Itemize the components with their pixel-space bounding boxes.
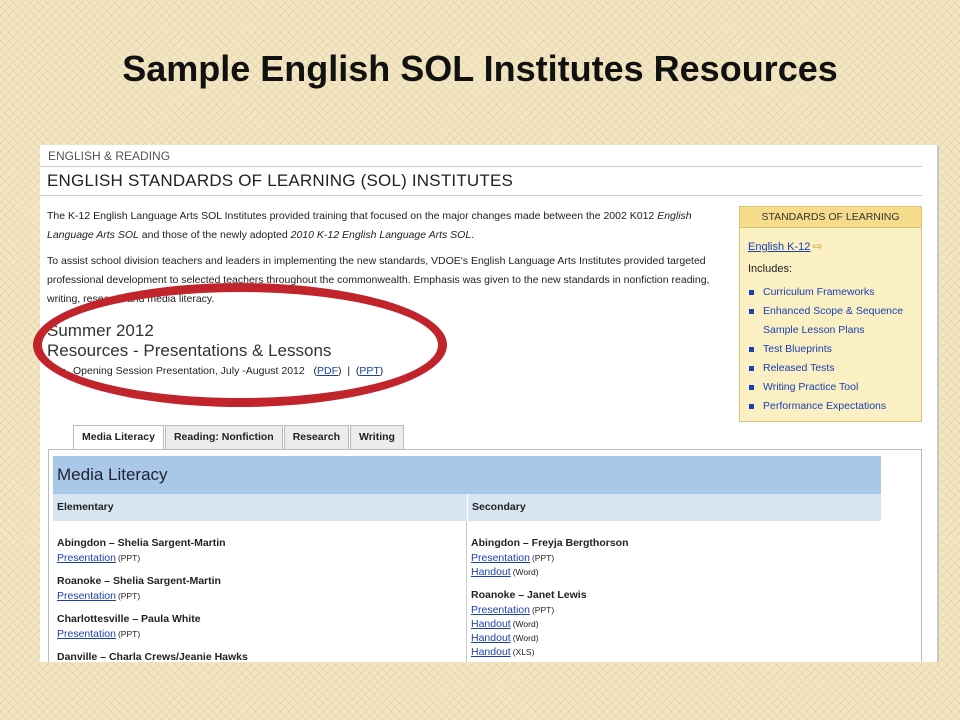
resource-tabs: Media Literacy Reading: Nonfiction Resea… xyxy=(73,425,405,450)
format-label: (PPT) xyxy=(531,553,555,563)
english-k12-link[interactable]: English K-12 xyxy=(748,241,810,253)
bullet-icon xyxy=(749,404,754,409)
presentation-link[interactable]: Presentation xyxy=(471,604,530,616)
sidebar-item-enhanced-scope[interactable]: Enhanced Scope & Sequence xyxy=(748,302,903,321)
standards-sidebar: STANDARDS OF LEARNING English K-12 ⇨ Incl… xyxy=(739,206,922,422)
format-label: (PPT) xyxy=(117,553,141,563)
list-item: Danville – Charla Crews/Jeanie Hawks xyxy=(57,650,457,662)
bullet-icon xyxy=(749,366,754,371)
panel-title: Media Literacy xyxy=(53,456,881,494)
format-label: (Word) xyxy=(512,567,539,577)
format-label: (XLS) xyxy=(512,647,535,657)
presentation-link[interactable]: Presentation xyxy=(57,628,116,640)
presenter-name: Charlottesville – Paula White xyxy=(57,613,201,625)
slide-title: Sample English SOL Institutes Resources xyxy=(122,48,838,89)
heading-divider xyxy=(40,195,922,196)
sidebar-item-performance-expectations[interactable]: Performance Expectations xyxy=(748,397,903,416)
list-item: Charlottesville – Paula White Presentati… xyxy=(57,612,457,641)
handout-link[interactable]: Handout xyxy=(471,566,511,578)
sidebar-item-test-blueprints[interactable]: Test Blueprints xyxy=(748,340,903,359)
intro-text: and those of the newly adopted xyxy=(138,229,291,241)
intro-text: The K-12 English Language Arts SOL Insti… xyxy=(47,210,658,222)
column-header-elementary: Elementary xyxy=(53,494,467,521)
handout-link[interactable]: Handout xyxy=(471,618,511,630)
page-heading: ENGLISH STANDARDS OF LEARNING (SOL) INST… xyxy=(47,171,514,190)
list-item: Abingdon – Shelia Sargent-Martin Present… xyxy=(57,536,457,565)
presenter-name: Danville – Charla Crews/Jeanie Hawks xyxy=(57,651,248,662)
sidebar-list: Curriculum Frameworks Enhanced Scope & S… xyxy=(748,283,903,416)
presenter-name: Roanoke – Janet Lewis xyxy=(471,589,587,601)
secondary-column: Abingdon – Freyja Bergthorson Presentati… xyxy=(471,536,871,662)
sidebar-item-label: Released Tests xyxy=(763,362,835,374)
sidebar-item-label: Writing Practice Tool xyxy=(763,381,859,393)
format-label: (PPT) xyxy=(117,591,141,601)
list-item: Abingdon – Freyja Bergthorson Presentati… xyxy=(471,536,871,579)
intro-paragraph-1: The K-12 English Language Arts SOL Insti… xyxy=(47,207,727,245)
format-label: (Word) xyxy=(512,633,539,643)
sidebar-item-label: Test Blueprints xyxy=(763,343,832,355)
elementary-column: Abingdon – Shelia Sargent-Martin Present… xyxy=(57,536,457,662)
bullet-icon xyxy=(749,385,754,390)
breadcrumb: ENGLISH & READING xyxy=(48,149,171,163)
handout-link[interactable]: Handout xyxy=(471,632,511,644)
intro-text: . xyxy=(471,229,475,241)
tab-writing[interactable]: Writing xyxy=(349,425,404,449)
sidebar-includes-label: Includes: xyxy=(748,263,793,275)
bullet-icon xyxy=(749,347,754,352)
highlight-ellipse xyxy=(33,283,447,407)
sidebar-item-sample-lesson-plans[interactable]: Sample Lesson Plans xyxy=(748,321,903,340)
format-label: (Word) xyxy=(512,619,539,629)
tab-reading-nonfiction[interactable]: Reading: Nonfiction xyxy=(164,425,283,449)
media-literacy-panel: Media Literacy Elementary Secondary Abin… xyxy=(48,449,922,662)
sidebar-header: STANDARDS OF LEARNING xyxy=(740,207,921,228)
format-label: (PPT) xyxy=(117,629,141,639)
sidebar-item-label: Curriculum Frameworks xyxy=(763,286,875,298)
bullet-icon xyxy=(749,290,754,295)
handout-link[interactable]: Handout xyxy=(471,646,511,658)
sidebar-item-curriculum-frameworks[interactable]: Curriculum Frameworks xyxy=(748,283,903,302)
column-divider xyxy=(466,521,467,662)
presenter-name: Abingdon – Freyja Bergthorson xyxy=(471,537,629,549)
presentation-link[interactable]: Presentation xyxy=(57,590,116,602)
presenter-name: Roanoke – Shelia Sargent-Martin xyxy=(57,575,221,587)
presenter-name: Abingdon – Shelia Sargent-Martin xyxy=(57,537,226,549)
list-item: Roanoke – Shelia Sargent-Martin Presenta… xyxy=(57,574,457,603)
sidebar-item-released-tests[interactable]: Released Tests xyxy=(748,359,903,378)
bullet-icon xyxy=(749,309,754,314)
sidebar-item-writing-practice-tool[interactable]: Writing Practice Tool xyxy=(748,378,903,397)
presentation-link[interactable]: Presentation xyxy=(57,552,116,564)
sidebar-item-label: Sample Lesson Plans xyxy=(763,324,865,336)
tab-media-literacy[interactable]: Media Literacy xyxy=(73,425,164,450)
column-header-secondary: Secondary xyxy=(467,494,881,521)
presentation-link[interactable]: Presentation xyxy=(471,552,530,564)
list-item: Roanoke – Janet Lewis Presentation (PPT) … xyxy=(471,588,871,659)
breadcrumb-divider xyxy=(40,166,922,167)
arrow-right-icon: ⇨ xyxy=(812,239,823,253)
format-label: (PPT) xyxy=(531,605,555,615)
intro-emphasis: 2010 K-12 English Language Arts SOL xyxy=(290,229,472,241)
tab-research[interactable]: Research xyxy=(283,425,349,449)
sidebar-item-label: Performance Expectations xyxy=(763,400,887,412)
sidebar-item-label: Enhanced Scope & Sequence xyxy=(763,305,904,317)
